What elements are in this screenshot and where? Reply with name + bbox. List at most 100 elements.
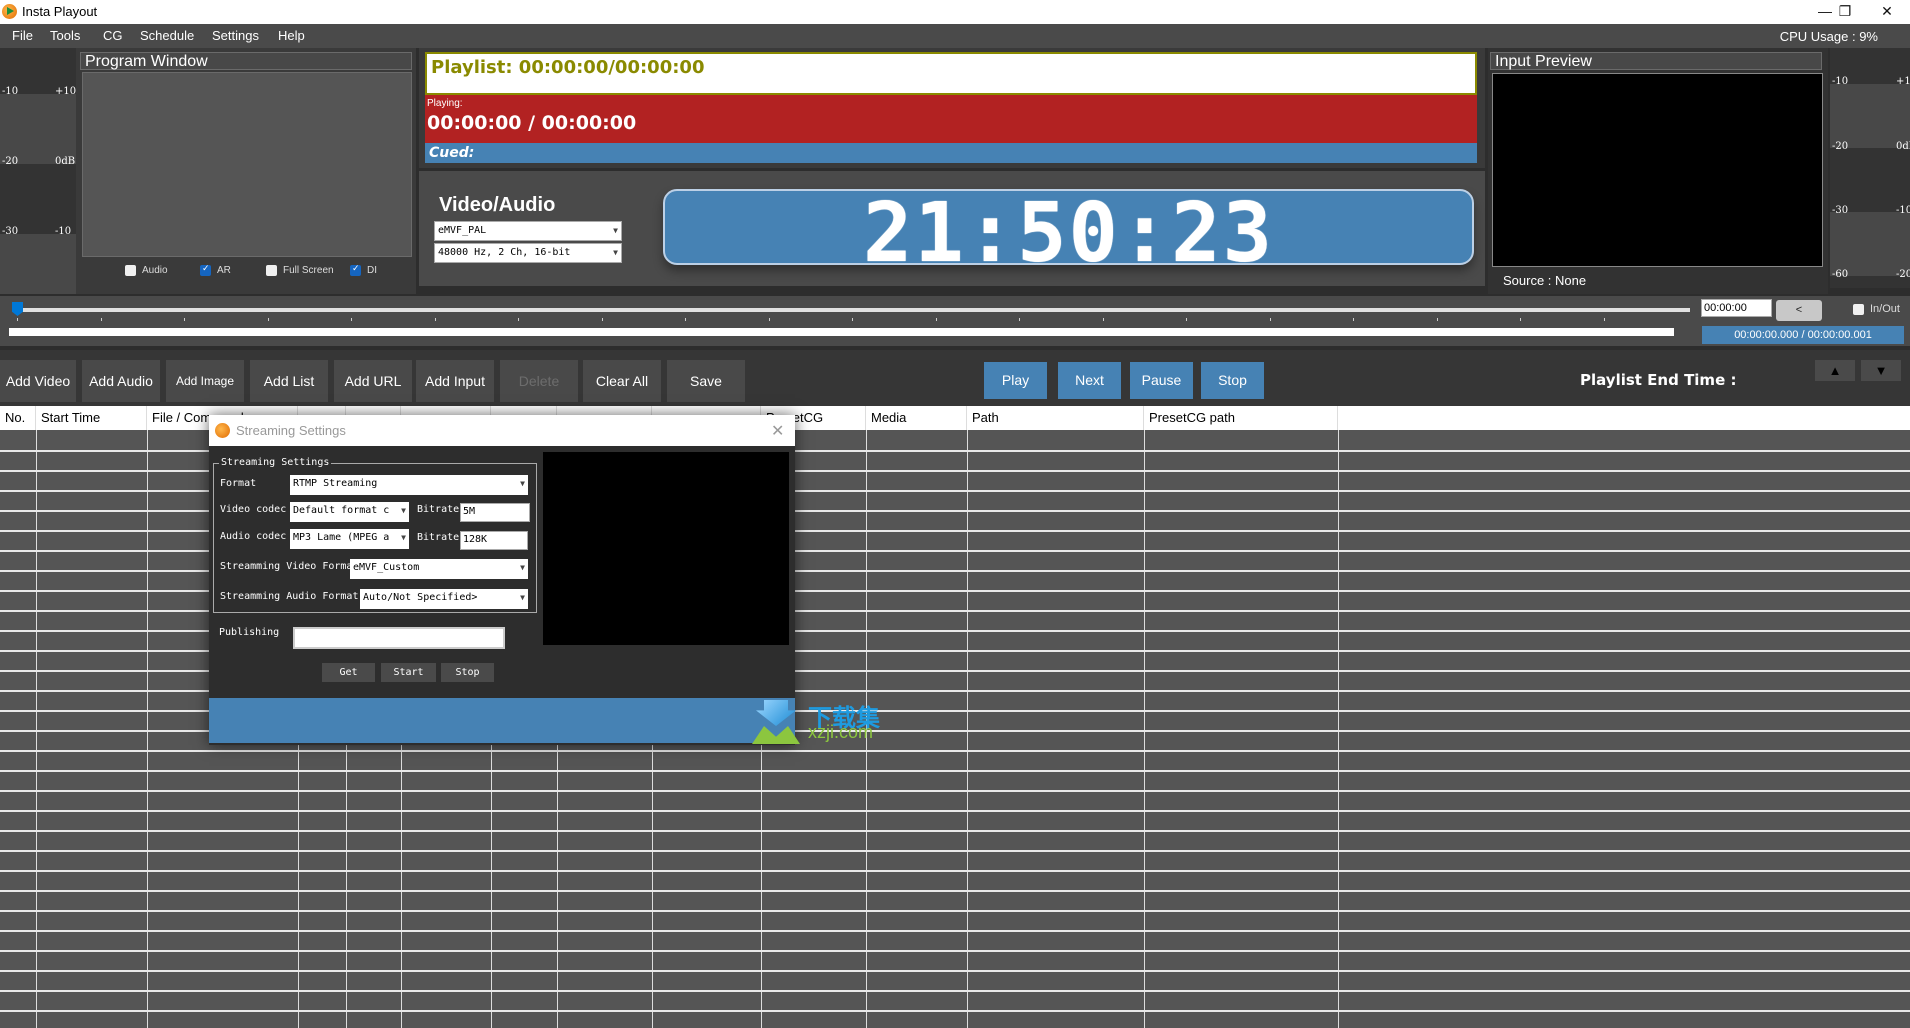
close-icon[interactable]: ✕ xyxy=(771,421,784,441)
checkbox-box[interactable] xyxy=(1853,303,1864,315)
column-header[interactable]: Start Time xyxy=(36,406,147,430)
playing-time: 00:00:00 / 00:00:00 xyxy=(427,112,637,134)
meter-label: 0dB xyxy=(1896,141,1910,152)
di-checkbox[interactable]: DI xyxy=(350,263,377,276)
audio-checkbox[interactable]: Audio xyxy=(125,265,168,276)
add-image-button[interactable]: Add Image xyxy=(166,360,244,402)
add-url-button[interactable]: Add URL xyxy=(334,360,412,402)
app-logo-icon xyxy=(2,4,17,19)
menu-schedule[interactable]: Schedule xyxy=(140,28,194,43)
audio-format-dropdown[interactable]: 48000 Hz, 2 Ch, 16-bit ▼ xyxy=(434,243,622,263)
chevron-down-icon: ▼ xyxy=(520,593,525,602)
input-preview-panel: Input Preview Source : None xyxy=(1488,48,1828,294)
checkbox-box-checked[interactable] xyxy=(350,263,361,276)
table-row xyxy=(0,950,1910,952)
full-screen-checkbox[interactable]: Full Screen xyxy=(266,265,334,276)
digital-clock: 21:50:23 xyxy=(663,189,1474,275)
audio-codec-dropdown[interactable]: MP3 Lame (MPEG a ▼ xyxy=(290,529,409,549)
cued-label: Cued: xyxy=(425,143,1477,163)
playlist-time: Playlist: 00:00:00/00:00:00 xyxy=(425,52,1477,95)
chevron-down-icon: ▼ xyxy=(613,248,618,257)
get-button[interactable]: Get xyxy=(322,663,375,682)
checkbox-box-checked[interactable] xyxy=(200,263,211,276)
streaming-settings-dialog: Streaming Settings ✕ Streaming Settings … xyxy=(209,415,795,745)
meter-label: -60 xyxy=(1832,269,1849,280)
meter-label: -30 xyxy=(2,226,19,237)
video-bitrate-input[interactable]: 5M xyxy=(460,503,530,522)
chevron-down-icon: ▼ xyxy=(401,506,406,515)
checkbox-box[interactable] xyxy=(125,265,136,276)
menu-settings[interactable]: Settings xyxy=(212,28,259,43)
table-row xyxy=(0,810,1910,812)
timeline-tick xyxy=(434,318,436,321)
menu-file[interactable]: File xyxy=(12,28,33,43)
menu-tools[interactable]: Tools xyxy=(50,28,80,43)
start-button[interactable]: Start xyxy=(381,663,436,682)
meter-label: -30 xyxy=(1832,205,1849,216)
arrow-down-icon: ▼ xyxy=(1874,363,1888,378)
column-header[interactable]: Media xyxy=(866,406,967,430)
format-label: Format xyxy=(220,478,257,489)
format-dropdown[interactable]: RTMP Streaming ▼ xyxy=(290,475,528,495)
program-audio-meter: -10 -20 -30 +10 0dB -10 xyxy=(0,48,76,294)
meter-label: -20 xyxy=(2,156,19,167)
playing-box: Playing: 00:00:00 / 00:00:00 xyxy=(425,95,1477,143)
table-row xyxy=(0,930,1910,932)
stop-stream-button[interactable]: Stop xyxy=(441,663,494,682)
meter-label: -10 xyxy=(2,86,19,97)
menu-help[interactable]: Help xyxy=(278,28,305,43)
chevron-down-icon: ▼ xyxy=(520,563,525,572)
stop-button[interactable]: Stop xyxy=(1201,362,1264,399)
add-video-button[interactable]: Add Video xyxy=(0,360,76,402)
video-codec-dropdown[interactable]: Default format c ▼ xyxy=(290,502,409,522)
close-button[interactable]: ✕ xyxy=(1864,0,1910,24)
window-title: Insta Playout xyxy=(22,4,98,19)
table-row xyxy=(0,910,1910,912)
program-video-view[interactable] xyxy=(82,72,412,257)
chevron-down-icon: ▼ xyxy=(520,479,525,488)
timeline-tick xyxy=(685,318,686,321)
column-divider xyxy=(967,430,968,1028)
timeline-tick xyxy=(1269,318,1271,321)
stream-video-format-dropdown[interactable]: eMVF_Custom ▼ xyxy=(350,559,528,579)
checkbox-box[interactable] xyxy=(266,265,277,276)
seek-track[interactable] xyxy=(20,308,1690,312)
column-header[interactable]: No. xyxy=(0,406,36,430)
next-button[interactable]: Next xyxy=(1058,362,1121,399)
progress-bar xyxy=(9,328,1674,336)
table-row xyxy=(0,750,1910,752)
audio-bitrate-input[interactable]: 128K xyxy=(460,531,528,550)
inout-checkbox[interactable]: In/Out xyxy=(1853,303,1900,315)
video-codec-label: Video codec xyxy=(220,504,287,515)
back-button[interactable]: < xyxy=(1776,300,1822,321)
ar-checkbox[interactable]: AR xyxy=(200,263,231,276)
move-down-button[interactable]: ▼ xyxy=(1861,360,1901,381)
publishing-input[interactable] xyxy=(293,627,505,649)
menu-cg[interactable]: CG xyxy=(103,28,123,43)
add-list-button[interactable]: Add List xyxy=(250,360,328,402)
add-input-button[interactable]: Add Input xyxy=(416,360,494,402)
meter-label: -20 xyxy=(1896,269,1910,280)
timeline-tick xyxy=(935,318,937,321)
column-header[interactable]: Path xyxy=(967,406,1144,430)
time-input[interactable]: 00:00:00 xyxy=(1701,299,1772,317)
program-window-panel: Program Window Audio AR Full Screen DI xyxy=(76,48,416,294)
stream-audio-format-dropdown[interactable]: Auto/Not Specified> ▼ xyxy=(360,589,528,609)
timeline-tick xyxy=(601,318,603,321)
add-audio-button[interactable]: Add Audio xyxy=(82,360,160,402)
input-preview-view[interactable] xyxy=(1492,73,1823,267)
pause-button[interactable]: Pause xyxy=(1130,362,1193,399)
video-format-dropdown[interactable]: eMVF_PAL ▼ xyxy=(434,221,622,241)
restore-button[interactable]: ❐ xyxy=(1825,0,1865,24)
delete-button[interactable]: Delete xyxy=(500,360,578,402)
play-button[interactable]: Play xyxy=(984,362,1047,399)
move-up-button[interactable]: ▲ xyxy=(1815,360,1855,381)
input-audio-meter: -10 -20 -30 -60 +10 0dB -10 -20 xyxy=(1830,48,1910,288)
save-button[interactable]: Save xyxy=(667,360,745,402)
timeline-tick xyxy=(1603,318,1605,321)
table-row xyxy=(0,850,1910,852)
status-panel: Playlist: 00:00:00/00:00:00 Playing: 00:… xyxy=(419,48,1485,168)
clear-all-button[interactable]: Clear All xyxy=(583,360,661,402)
column-header[interactable]: PresetCG path xyxy=(1144,406,1338,430)
seek-thumb[interactable] xyxy=(12,302,23,316)
